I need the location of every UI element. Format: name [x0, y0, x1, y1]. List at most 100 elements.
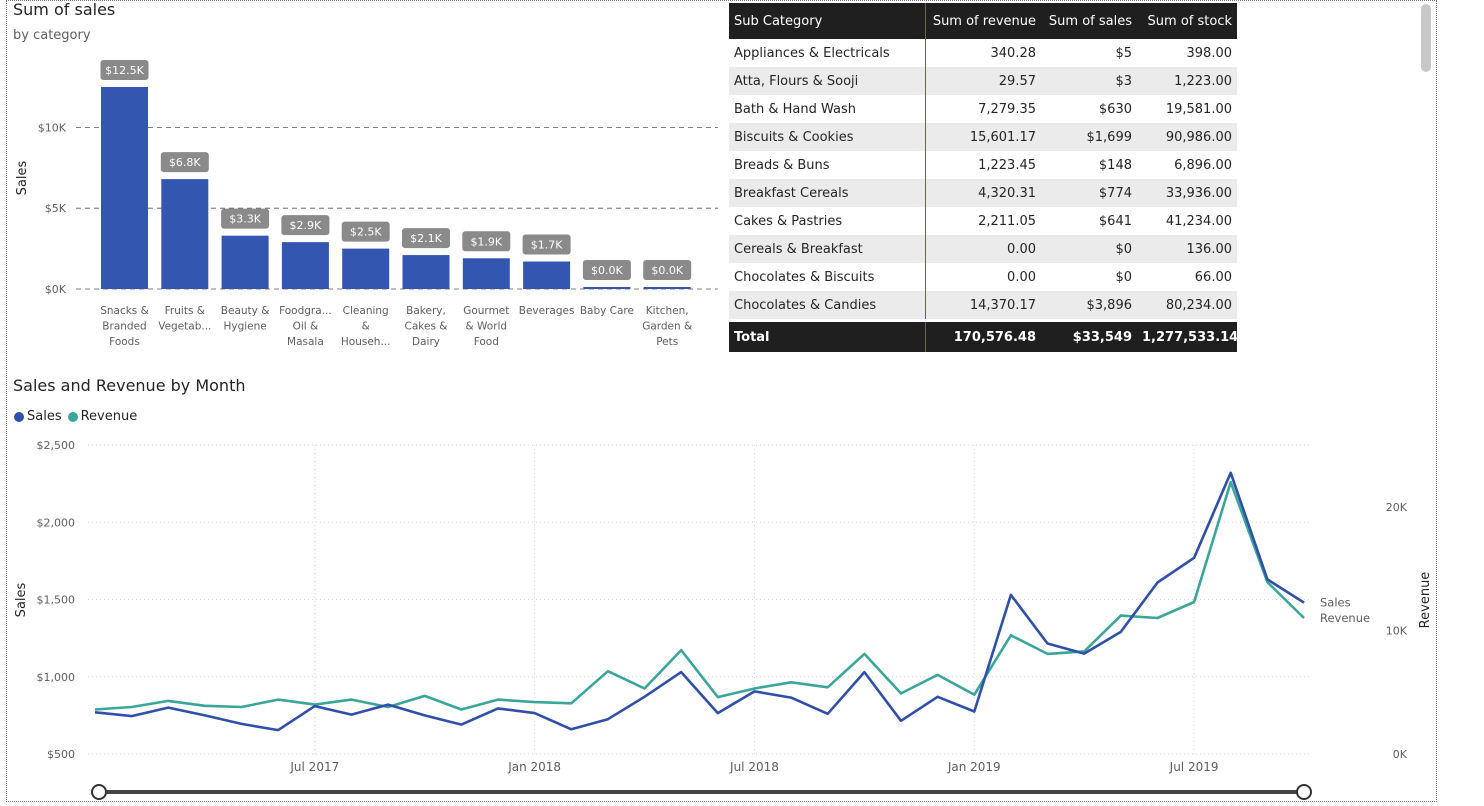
category-label: Foods [109, 336, 140, 348]
cell-sales: $148 [1041, 151, 1137, 179]
table-row[interactable]: Chocolates & Candies 14,370.17 $3,896 80,23… [729, 291, 1237, 321]
category-label: & World [465, 321, 507, 333]
cell-sales: $774 [1041, 179, 1137, 207]
cell-sub-category: Cakes & Pastries [729, 207, 926, 235]
table-total-row: Total 170,576.48 $33,549 1,277,533.14 [729, 319, 1237, 352]
total-sales: $33,549 [1041, 319, 1137, 352]
bar[interactable] [643, 287, 691, 289]
column-header-sub-category[interactable]: Sub Category [729, 3, 926, 39]
cell-stock: 66.00 [1137, 263, 1237, 291]
table-row[interactable]: Appliances & Electricals 340.28 $5 398.00 [729, 39, 1237, 67]
category-label: Househ... [341, 336, 391, 348]
bar[interactable] [101, 87, 148, 289]
table-row[interactable]: Breads & Buns 1,223.45 $148 6,896.00 [729, 151, 1237, 179]
table-row[interactable]: Cakes & Pastries 2,211.05 $641 41,234.00 [729, 207, 1237, 235]
cell-stock: 33,936.00 [1137, 179, 1237, 207]
bar[interactable] [161, 179, 209, 289]
table-row[interactable]: Breakfast Cereals 4,320.31 $774 33,936.00 [729, 179, 1237, 207]
data-label: $6.8K [169, 156, 201, 169]
cell-sales: $0 [1041, 263, 1137, 291]
cell-sub-category: Breakfast Cereals [729, 179, 926, 207]
category-label: Garden & [642, 321, 692, 333]
bar[interactable] [523, 261, 571, 289]
line-chart-title: Sales and Revenue by Month [13, 376, 246, 395]
data-label: $2.1K [410, 232, 442, 245]
category-label: Fruits & [165, 305, 205, 317]
sub-category-table[interactable]: Sub Category Sum of revenue Sum of sales… [729, 3, 1237, 352]
category-label: Food [474, 336, 499, 348]
cell-sales: $0 [1041, 235, 1137, 263]
category-label: Dairy [412, 336, 440, 348]
column-header-sum-of-revenue[interactable]: Sum of revenue [925, 3, 1041, 39]
legend-item-sales[interactable]: Sales [14, 409, 62, 424]
cell-sub-category: Appliances & Electricals [729, 39, 926, 67]
cell-sales: $5 [1041, 39, 1137, 67]
table-row[interactable]: Cereals & Breakfast 0.00 $0 136.00 [729, 235, 1237, 263]
table-scrollbar[interactable] [1421, 4, 1431, 72]
cell-stock: 398.00 [1137, 39, 1237, 67]
y-axis-title: Sales [15, 160, 30, 195]
category-label: Cleaning [343, 305, 389, 317]
cell-sub-category: Biscuits & Cookies [729, 123, 926, 151]
cell-stock: 90,986.00 [1137, 123, 1237, 151]
data-label: $12.5K [105, 64, 144, 77]
cell-sub-category: Cereals & Breakfast [729, 235, 926, 263]
cell-revenue: 0.00 [925, 235, 1041, 263]
table-row[interactable]: Biscuits & Cookies 15,601.17 $1,699 90,986.… [729, 123, 1237, 151]
line-chart-legend: Sales Revenue [14, 409, 143, 424]
cell-revenue: 29.57 [925, 67, 1041, 95]
bar[interactable] [221, 235, 269, 289]
cell-sub-category: Breads & Buns [729, 151, 926, 179]
cell-sub-category: Chocolates & Candies [729, 291, 926, 321]
category-label: Oil & [293, 321, 319, 333]
cell-revenue: 1,223.45 [925, 151, 1041, 179]
data-label: $0.0K [591, 264, 623, 277]
data-label: $1.9K [470, 235, 502, 248]
category-label: & [362, 321, 370, 333]
bar[interactable] [342, 248, 390, 289]
cell-stock: 6,896.00 [1137, 151, 1237, 179]
cell-revenue: 14,370.17 [925, 291, 1041, 321]
category-label: Beauty & [221, 305, 270, 317]
cell-stock: 19,581.00 [1137, 95, 1237, 123]
bar[interactable] [281, 242, 329, 289]
cell-sales: $3,896 [1041, 291, 1137, 321]
category-label: Pets [656, 336, 678, 348]
bar[interactable] [583, 287, 631, 289]
category-label: Vegetab... [158, 321, 211, 333]
category-label: Masala [287, 336, 324, 348]
y-tick-label: $5K [45, 202, 67, 215]
table-row[interactable]: Bath & Hand Wash 7,279.35 $630 19,581.00 [729, 95, 1237, 123]
bar[interactable] [462, 258, 510, 289]
table-row[interactable]: Chocolates & Biscuits 0.00 $0 66.00 [729, 263, 1237, 291]
total-revenue: 170,576.48 [925, 319, 1041, 352]
legend-label-revenue: Revenue [80, 409, 138, 424]
cell-sub-category: Atta, Flours & Sooji [729, 67, 926, 95]
column-header-sum-of-sales[interactable]: Sum of sales [1041, 3, 1137, 39]
legend-marker-sales [14, 411, 24, 422]
category-label: Baby Care [580, 305, 634, 317]
cell-sales: $1,699 [1041, 123, 1137, 151]
cell-sub-category: Bath & Hand Wash [729, 95, 926, 123]
category-label: Foodgra... [279, 305, 332, 317]
category-label: Bakery, [406, 305, 446, 317]
cell-revenue: 7,279.35 [925, 95, 1041, 123]
total-stock: 1,277,533.14 [1137, 319, 1237, 352]
cell-revenue: 4,320.31 [925, 179, 1041, 207]
data-label: $0.0K [651, 264, 683, 277]
column-header-sum-of-stock[interactable]: Sum of stock [1137, 3, 1237, 39]
cell-revenue: 0.00 [925, 263, 1041, 291]
cell-stock: 80,234.00 [1137, 291, 1237, 321]
y-tick-label: $10K [38, 121, 67, 134]
category-label: Beverages [519, 305, 575, 317]
cell-revenue: 15,601.17 [925, 123, 1041, 151]
cell-sales: $641 [1041, 207, 1137, 235]
legend-item-revenue[interactable]: Revenue [67, 409, 138, 424]
category-label: Gourmet [463, 305, 509, 317]
data-label: $2.5K [350, 226, 382, 239]
bar-chart[interactable]: $0K $5K $10K Sales $12.5K Snacks & Branded Food… [0, 0, 725, 360]
bar[interactable] [402, 255, 450, 289]
category-label: Kitchen, [646, 305, 689, 317]
table-row[interactable]: Atta, Flours & Sooji 29.57 $3 1,223.00 [729, 67, 1237, 95]
table-header-row: Sub Category Sum of revenue Sum of sales… [729, 3, 1237, 39]
